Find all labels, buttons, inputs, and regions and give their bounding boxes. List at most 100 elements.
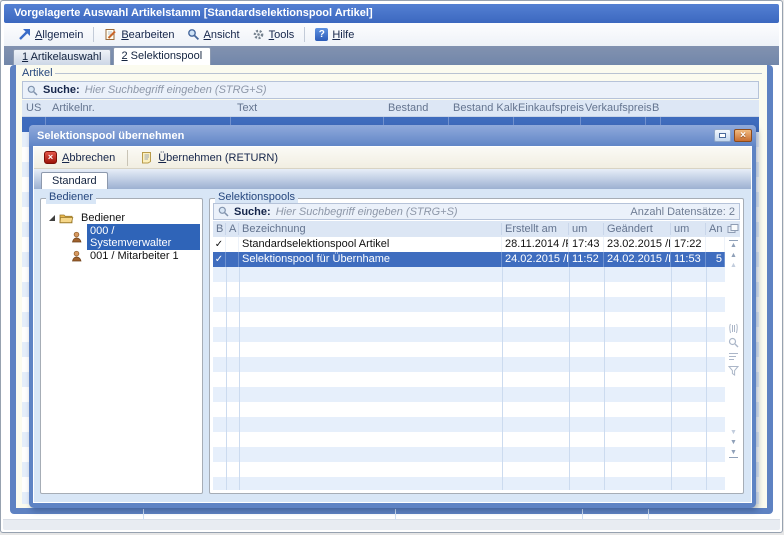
checkmark: ✓ — [213, 237, 226, 252]
col-um-1[interactable]: um — [569, 223, 604, 235]
dialog-title-bar: Selektionspool übernehmen — [29, 125, 756, 146]
pools-scroll-strip — [726, 237, 741, 490]
bediener-groupbox: Bediener Bediener 000 / Systemverwalter — [40, 198, 203, 494]
col-b[interactable]: B — [213, 223, 226, 235]
cell-um: 11:53 — [671, 252, 706, 267]
dialog-tab-strip: Standard — [34, 169, 751, 189]
filter-icon[interactable] — [728, 365, 739, 376]
search-icon — [218, 206, 229, 217]
pools-search-label: Suche: — [234, 206, 271, 218]
magnifier-icon — [187, 28, 200, 41]
menu-tools[interactable]: Tools — [246, 26, 301, 43]
col-a[interactable]: A — [226, 223, 239, 235]
arrow-up-right-icon — [18, 28, 31, 41]
gear-icon — [252, 28, 265, 41]
application-window: Vorgelagerte Auswahl Artikelstamm [Stand… — [0, 0, 783, 533]
dialog-title: Selektionspool übernehmen — [37, 130, 711, 142]
cell-um: 17:43 — [569, 237, 604, 252]
artikel-group-border — [54, 73, 762, 74]
dialog-content: Bediener Bediener 000 / Systemverwalter — [34, 189, 751, 502]
folder-icon — [59, 212, 74, 224]
pool-row-selektionspool-fuer-uebernahme[interactable]: ✓ Selektionspool für Übernhame 24.02.201… — [213, 252, 725, 267]
cell-geaendert-am: 23.02.2015 /Mo — [604, 237, 671, 252]
tab-artikelauswahl[interactable]: 1 Artikelauswahl — [13, 49, 111, 65]
dialog-close-button[interactable] — [734, 129, 752, 142]
col-an[interactable]: An — [706, 223, 740, 235]
abbrechen-button[interactable]: Abbrechen — [39, 150, 120, 165]
bediener-group-label: Bediener — [46, 191, 96, 204]
zoom-icon[interactable] — [728, 337, 739, 348]
cell-um: 17:22 — [671, 237, 706, 252]
menu-ansicht[interactable]: Ansicht — [181, 26, 246, 43]
menu-allgemein[interactable]: Allgemein — [12, 26, 89, 43]
dialog-selektionspool-uebernehmen: Selektionspool übernehmen Abbrechen Über… — [29, 125, 756, 508]
col-geaendert-am[interactable]: Geändert am — [604, 223, 671, 235]
checkmark: ✓ — [213, 252, 226, 267]
col-um-2[interactable]: um — [671, 223, 706, 235]
dialog-restore-button[interactable] — [714, 129, 731, 142]
window-title: Vorgelagerte Auswahl Artikelstamm [Stand… — [14, 7, 373, 19]
artikel-search-bar[interactable]: Suche: Hier Suchbegriff eingeben (STRG+S… — [22, 81, 759, 99]
help-icon — [315, 28, 328, 41]
tab-standard[interactable]: Standard — [41, 172, 108, 189]
tree-node-user-000[interactable]: 000 / Systemverwalter — [41, 228, 200, 245]
pools-empty-rows — [213, 267, 725, 490]
col-bestand[interactable]: Bestand — [388, 102, 428, 114]
tree-node-user-001[interactable]: 001 / Mitarbeiter 1 — [41, 247, 200, 264]
window-title-bar: Vorgelagerte Auswahl Artikelstamm [Stand… — [4, 4, 779, 23]
scroll-to-top-icon[interactable] — [729, 240, 738, 249]
cell-um: 11:52 — [569, 252, 604, 267]
scroll-to-bottom-icon[interactable] — [729, 449, 738, 458]
toolbar-separator — [127, 150, 128, 166]
cell-an — [706, 237, 725, 252]
cell-bezeichnung: Selektionspool für Übernhame — [239, 252, 502, 267]
uebernehmen-button[interactable]: Übernehmen (RETURN) — [135, 150, 283, 165]
accept-note-icon — [140, 151, 153, 164]
search-icon — [27, 85, 38, 96]
scroll-page-down-icon[interactable] — [729, 429, 738, 436]
pool-row-standardselektionspool[interactable]: ✓ Standardselektionspool Artikel 28.11.2… — [213, 237, 725, 252]
table-footer-lines — [16, 509, 767, 520]
selektionspools-groupbox: Selektionspools Suche: Hier Suchbegriff … — [209, 198, 744, 494]
dialog-body: Abbrechen Übernehmen (RETURN) Standard B… — [33, 146, 752, 503]
scroll-page-up-icon[interactable] — [729, 262, 738, 269]
artikel-group-label: Artikel — [20, 67, 55, 79]
scroll-down-icon[interactable] — [729, 439, 738, 446]
cell-geaendert-am: 24.02.2015 /Di — [604, 252, 671, 267]
page-tab-strip: 1 Artikelauswahl 2 Selektionspool — [4, 46, 779, 65]
col-bezeichnung[interactable]: Bezeichnung — [239, 223, 502, 235]
cell-erstellt-am: 24.02.2015 /Di — [502, 252, 569, 267]
column-chooser-icon[interactable] — [727, 224, 739, 234]
col-us[interactable]: US — [26, 102, 41, 114]
scroll-up-icon[interactable] — [729, 252, 738, 259]
pools-search-bar[interactable]: Suche: Hier Suchbegriff eingeben (STRG+S… — [213, 203, 740, 220]
dialog-toolbar: Abbrechen Übernehmen (RETURN) — [34, 147, 751, 169]
artikel-table-header: US Artikelnr. Text Bestand Bestand Kalk.… — [22, 100, 759, 117]
cell-an: 5 — [706, 252, 725, 267]
pools-search-placeholder: Hier Suchbegriff eingeben (STRG+S) — [276, 206, 458, 218]
tab-selektionspool[interactable]: 2 Selektionspool — [113, 47, 212, 65]
col-einkaufspreis[interactable]: Einkaufspreis — [518, 102, 584, 114]
cell-erstellt-am: 28.11.2014 /Fr — [502, 237, 569, 252]
artikel-search-label: Suche: — [43, 84, 80, 96]
col-verkaufspreis[interactable]: Verkaufspreis — [585, 102, 652, 114]
pools-table-header: B A Bezeichnung Erstellt am um Geändert … — [213, 221, 740, 237]
sort-icon[interactable] — [728, 351, 739, 362]
col-b[interactable]: B — [652, 102, 659, 114]
menu-separator — [93, 27, 94, 42]
menu-hilfe[interactable]: Hilfe — [309, 26, 360, 43]
menu-bar: Allgemein Bearbeiten Ansicht Tools Hilfe — [4, 23, 779, 46]
expand-columns-icon[interactable] — [728, 323, 739, 334]
menu-bearbeiten[interactable]: Bearbeiten — [98, 26, 180, 43]
col-bestand-kalk[interactable]: Bestand Kalk. — [453, 102, 521, 114]
col-text[interactable]: Text — [237, 102, 257, 114]
edit-page-icon — [104, 28, 117, 41]
user-icon — [71, 250, 83, 262]
record-count: Anzahl Datensätze: 2 — [630, 206, 735, 218]
menu-separator — [304, 27, 305, 42]
col-erstellt-am[interactable]: Erstellt am — [502, 223, 569, 235]
window-bottom-strip — [3, 519, 780, 530]
tree-expander-icon[interactable] — [49, 215, 55, 221]
col-artikelnr[interactable]: Artikelnr. — [52, 102, 95, 114]
user-icon — [71, 231, 83, 243]
